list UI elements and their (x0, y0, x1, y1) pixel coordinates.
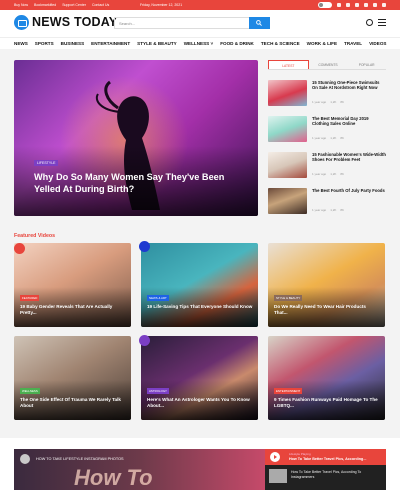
card-category-badge[interactable]: ASTROLOGY (147, 388, 169, 394)
tab-comments[interactable]: COMMENTS (309, 60, 348, 69)
card-title[interactable]: 19 Life-Saving Tips That Everyone Should… (147, 304, 253, 310)
article-comments: 8K (340, 100, 345, 104)
logo-icon[interactable] (14, 15, 29, 30)
video-card[interactable]: STYLE & BEAUTY Do We Really Need To Wear… (268, 243, 385, 327)
instagram-icon[interactable] (364, 3, 368, 7)
nav-food-drink[interactable]: FOOD & DRINK (220, 41, 254, 46)
video-player[interactable]: HOW TO TAKE LIFESTYLE INSTAGRAM PHOTOS H… (14, 449, 265, 490)
current-date: Friday, November 12, 2021 (140, 3, 183, 7)
site-logo[interactable]: NEWS TODAY (32, 15, 117, 29)
article-title[interactable]: The Best Fourth Of July Party Foods (312, 188, 386, 193)
pinterest-icon[interactable] (373, 3, 377, 7)
playlist-header: Lifestyle Playing How To Take Better Tra… (265, 449, 386, 465)
article-comments: 8K (340, 172, 345, 176)
article-views: 1,2K (330, 136, 337, 140)
video-card[interactable]: ASTROLOGY Here's What An Astrologer Want… (141, 336, 258, 420)
video-title[interactable]: HOW TO TAKE LIFESTYLE INSTAGRAM PHOTOS (36, 457, 124, 461)
user-icon[interactable] (366, 19, 373, 26)
top-links: Buy Now Bookmarkified Support Center Con… (14, 3, 109, 7)
trending-icon[interactable] (14, 243, 25, 254)
list-item[interactable]: 15 Fashionable Women's Wide-Width Shoes … (268, 152, 386, 178)
tab-latest[interactable]: LATEST (268, 60, 309, 69)
channel-avatar[interactable] (20, 454, 30, 464)
search-input[interactable]: Search... (114, 17, 250, 29)
video-card[interactable]: WELLNESS The One Side Effect Of Trauma W… (14, 336, 131, 420)
top-link-support[interactable]: Support Center (62, 3, 86, 7)
playlist-current-title[interactable]: How To Take Better Travel Pics, Accordin… (289, 457, 366, 461)
top-bar: Buy Now Bookmarkified Support Center Con… (0, 0, 400, 10)
article-title[interactable]: The Best Memorial Day 2019 Clothing Sale… (312, 116, 386, 127)
nav-business[interactable]: BUSINESS (61, 41, 85, 46)
article-time: 1 year ago (312, 136, 327, 140)
card-category-badge[interactable]: WELLNESS (20, 388, 40, 394)
video-card[interactable]: NEWS & ART 19 Life-Saving Tips That Ever… (141, 243, 258, 327)
vimeo-icon[interactable] (382, 3, 386, 7)
article-title[interactable]: 15 Fashionable Women's Wide-Width Shoes … (312, 152, 386, 163)
card-title[interactable]: Here's What An Astrologer Wants You To K… (147, 397, 253, 409)
play-icon[interactable] (270, 452, 280, 462)
top-link-buy[interactable]: Buy Now (14, 3, 28, 7)
playlist-item[interactable]: How To Take Better Travel Pics, Accordin… (291, 470, 381, 479)
tab-popular[interactable]: POPULAR (347, 60, 386, 69)
new-icon[interactable] (139, 335, 150, 346)
hero-category-badge[interactable]: LIFESTYLE (34, 160, 59, 166)
card-title[interactable]: The One Side Effect Of Trauma We Rarely … (20, 397, 126, 409)
video-card[interactable]: FEATURED 19 Baby Gender Reveals That Are… (14, 243, 131, 327)
sidebar-tabs: LATEST COMMENTS POPULAR (268, 60, 386, 70)
top-link-contact[interactable]: Contact Us (92, 3, 109, 7)
article-thumbnail[interactable] (268, 116, 307, 142)
hamburger-menu-icon[interactable] (378, 19, 386, 26)
article-time: 1 year ago (312, 208, 327, 212)
nav-tech-science[interactable]: TECH & SCIENCE (261, 41, 300, 46)
nav-news[interactable]: NEWS (14, 41, 28, 46)
main-nav: NEWS SPORTS BUSINESS ENTERTAINMENT STYLE… (0, 37, 400, 49)
nav-travel[interactable]: TRAVEL (344, 41, 362, 46)
facebook-icon[interactable] (337, 3, 341, 7)
article-comments: 8K (340, 136, 345, 140)
video-overlay-text: How To (74, 465, 153, 490)
hot-icon[interactable] (139, 241, 150, 252)
featured-videos-heading: Featured Videos (14, 233, 56, 239)
search-button[interactable] (249, 17, 270, 29)
top-link-bookmarkified[interactable]: Bookmarkified (34, 3, 56, 7)
card-category-badge[interactable]: ENTERTAINMENT (274, 388, 303, 394)
video-card[interactable]: ENTERTAINMENT 9 Times Fashion Runways Pa… (268, 336, 385, 420)
hero-title[interactable]: Why Do So Many Women Say They've Been Ye… (34, 171, 234, 195)
list-item[interactable]: The Best Fourth Of July Party Foods 1 ye… (268, 188, 386, 214)
card-title[interactable]: 19 Baby Gender Reveals That Are Actually… (20, 304, 126, 316)
video-playlist: Lifestyle Playing How To Take Better Tra… (265, 449, 386, 490)
card-category-badge[interactable]: NEWS & ART (147, 295, 169, 301)
article-time: 1 year ago (312, 100, 327, 104)
list-item[interactable]: The Best Memorial Day 2019 Clothing Sale… (268, 116, 386, 142)
nav-wellness[interactable]: WELLNESS ˅ (184, 41, 213, 46)
nav-entertainment[interactable]: ENTERTAINMENT (91, 41, 130, 46)
card-category-badge[interactable]: FEATURED (20, 295, 40, 301)
article-time: 1 year ago (312, 172, 327, 176)
nav-videos[interactable]: VIDEOS (369, 41, 386, 46)
nav-style-beauty[interactable]: STYLE & BEAUTY (137, 41, 177, 46)
list-item[interactable]: 15 Stunning One-Piece Swimsuits On Sale … (268, 80, 386, 106)
article-views: 1,2K (330, 208, 337, 212)
article-thumbnail[interactable] (268, 80, 307, 106)
article-thumbnail[interactable] (268, 152, 307, 178)
search-icon (256, 20, 262, 26)
youtube-icon[interactable] (355, 3, 359, 7)
site-header: NEWS TODAY Search... (0, 10, 400, 37)
card-category-badge[interactable]: STYLE & BEAUTY (274, 295, 303, 301)
twitter-icon[interactable] (346, 3, 350, 7)
article-thumbnail[interactable] (268, 188, 307, 214)
nav-sports[interactable]: SPORTS (35, 41, 54, 46)
article-views: 1,2K (330, 172, 337, 176)
article-views: 1,2K (330, 100, 337, 104)
hero-article[interactable]: LIFESTYLE Why Do So Many Women Say They'… (14, 60, 258, 216)
article-comments: 8K (340, 208, 345, 212)
playlist-thumbnail[interactable] (269, 469, 287, 483)
playlist-status: Lifestyle Playing (289, 452, 311, 456)
card-title[interactable]: 9 Times Fashion Runways Paid Homage To T… (274, 397, 380, 409)
nav-work-life[interactable]: WORK & LIFE (307, 41, 337, 46)
article-title[interactable]: 15 Stunning One-Piece Swimsuits On Sale … (312, 80, 386, 91)
dark-mode-toggle[interactable] (318, 2, 332, 8)
card-title[interactable]: Do We Really Need To Wear Hair Products … (274, 304, 380, 316)
